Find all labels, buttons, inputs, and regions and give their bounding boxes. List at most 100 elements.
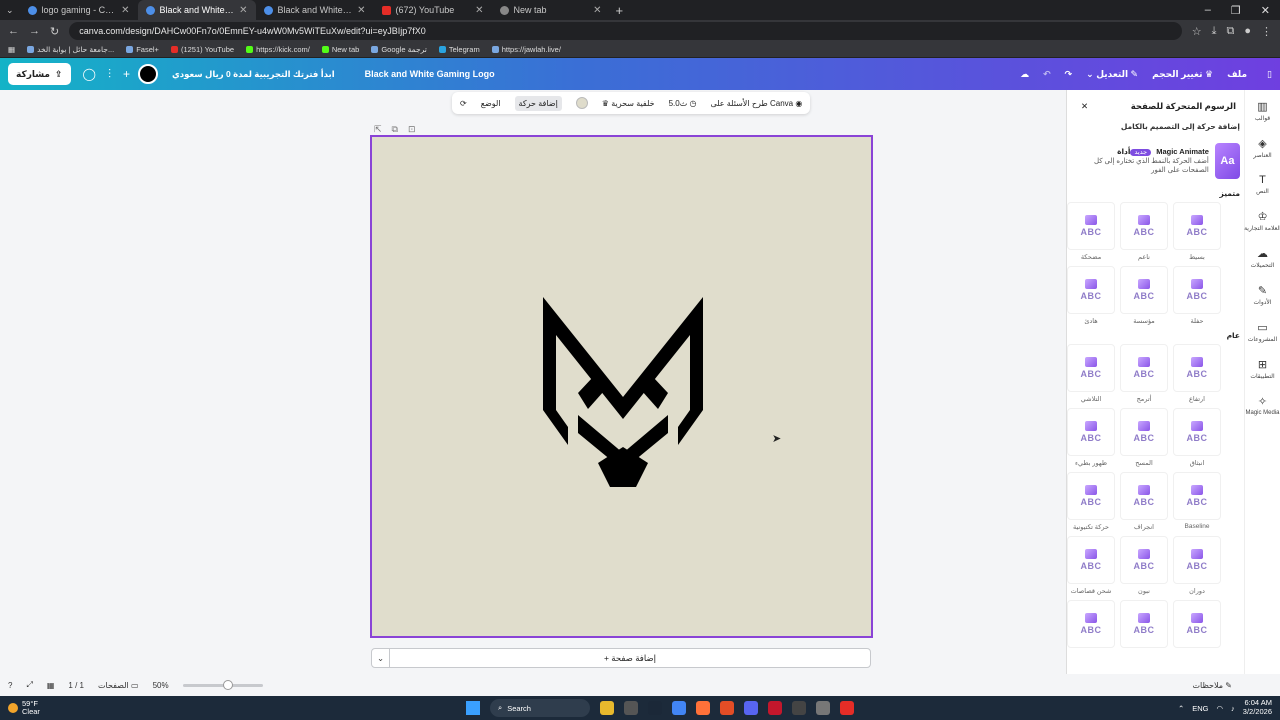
tray-chevron-icon[interactable]: ⌃: [1178, 704, 1184, 713]
apps-grid-icon[interactable]: ▦: [8, 45, 15, 54]
animation-option[interactable]: ABC: [1173, 600, 1221, 659]
close-tab-icon[interactable]: ✕: [121, 5, 129, 16]
bookmark-item[interactable]: New tab: [321, 45, 359, 54]
close-tab-icon[interactable]: ✕: [357, 5, 365, 16]
redo-icon[interactable]: ↷: [1065, 69, 1073, 80]
animation-preview[interactable]: ABC: [1067, 202, 1115, 250]
rail-item[interactable]: T النص: [1256, 174, 1269, 195]
animation-preview[interactable]: ABC: [1173, 536, 1221, 584]
help-icon[interactable]: ?: [8, 681, 12, 690]
bookmark-star-icon[interactable]: ☆: [1192, 25, 1202, 38]
firefox-icon[interactable]: [696, 701, 710, 715]
comments-icon[interactable]: ◯: [83, 67, 96, 81]
weather-widget[interactable]: 59°F Clear: [8, 699, 40, 717]
bookmark-item[interactable]: Google ترجمة: [371, 45, 427, 54]
animation-option[interactable]: ABC ناعم: [1120, 202, 1168, 261]
minimize-icon[interactable]: –: [1205, 4, 1211, 17]
share-page-icon[interactable]: ⇱: [374, 124, 382, 135]
fullscreen-icon[interactable]: ⤢: [26, 680, 32, 690]
ask-canva-button[interactable]: طرح الأسئلة على Canva ◉: [710, 99, 802, 108]
animation-option[interactable]: ABC شحن قصاصات: [1067, 536, 1115, 595]
rail-item[interactable]: ✎ الأدوات: [1254, 284, 1272, 306]
animation-option[interactable]: ABC هادئ: [1067, 266, 1115, 325]
bookmark-item[interactable]: https://kick.com/: [246, 45, 310, 54]
animation-preview[interactable]: ABC: [1173, 344, 1221, 392]
file-menu[interactable]: ملف: [1227, 69, 1247, 80]
animation-preview[interactable]: ABC: [1173, 600, 1221, 648]
tab-youtube[interactable]: (672) YouTube ✕: [374, 0, 492, 20]
insights-icon[interactable]: ⫶: [108, 67, 111, 82]
animation-option[interactable]: ABC: [1120, 600, 1168, 659]
animation-option[interactable]: ABC نبون: [1120, 536, 1168, 595]
duration-button[interactable]: 5.0ث ◷: [669, 99, 697, 108]
animation-preview[interactable]: ABC: [1067, 472, 1115, 520]
animation-option[interactable]: ABC دوران: [1173, 536, 1221, 595]
clock[interactable]: 6:04 AM 3/2/2026: [1243, 699, 1272, 716]
tab-canva-search[interactable]: logo gaming - Canva بحث عن✕: [20, 0, 138, 20]
undo-icon[interactable]: ↶: [1043, 69, 1051, 80]
chevron-down-icon[interactable]: ⌄: [372, 649, 390, 667]
rail-item[interactable]: ◈ العناصر: [1253, 137, 1271, 159]
position-button[interactable]: الوضع: [481, 99, 501, 108]
forward-icon[interactable]: →: [29, 25, 40, 37]
animation-preview[interactable]: ABC: [1173, 266, 1221, 314]
animation-option[interactable]: ABC مضحكة: [1067, 202, 1115, 261]
animation-preview[interactable]: ABC: [1120, 408, 1168, 456]
animation-option[interactable]: ABC حفلة: [1173, 266, 1221, 325]
animation-preview[interactable]: ABC: [1067, 266, 1115, 314]
chrome-icon[interactable]: [672, 701, 686, 715]
close-icon[interactable]: ✕: [1081, 101, 1088, 112]
reload-icon[interactable]: ↻: [50, 25, 59, 38]
rail-item[interactable]: ✧ Magic Media: [1245, 395, 1279, 416]
animation-option[interactable]: ABC التلاشي: [1067, 344, 1115, 403]
animation-preview[interactable]: ABC: [1173, 472, 1221, 520]
steam-icon[interactable]: [648, 701, 662, 715]
windows-start-icon[interactable]: [466, 701, 480, 715]
animation-preview[interactable]: ABC: [1067, 536, 1115, 584]
taskbar-search[interactable]: ⌕ Search: [490, 699, 590, 717]
menu-icon[interactable]: ⋮: [1261, 25, 1272, 38]
animation-option[interactable]: ABC مؤسسة: [1120, 266, 1168, 325]
rail-item[interactable]: ☁ التحميلات: [1251, 247, 1275, 269]
animation-option[interactable]: ABC انجراف: [1120, 472, 1168, 531]
animation-preview[interactable]: ABC: [1120, 202, 1168, 250]
extensions-icon[interactable]: ⧉: [1226, 25, 1234, 38]
wolf-logo-icon[interactable]: [538, 293, 708, 488]
animation-preview[interactable]: ABC: [1120, 266, 1168, 314]
tab-design-active[interactable]: Black and White Gaming Logo✕: [137, 0, 256, 20]
animation-preview[interactable]: ABC: [1120, 472, 1168, 520]
avatar[interactable]: [138, 64, 158, 84]
explorer-icon[interactable]: [600, 701, 614, 715]
animation-preview[interactable]: ABC: [1120, 344, 1168, 392]
zoom-slider[interactable]: [182, 679, 263, 690]
close-tab-icon[interactable]: ✕: [239, 5, 247, 16]
sidebar-toggle-icon[interactable]: ▯: [1267, 69, 1272, 80]
profile-icon[interactable]: ●: [1244, 25, 1251, 37]
app-icon[interactable]: [720, 701, 734, 715]
rail-item[interactable]: ▥ قوالب: [1255, 100, 1270, 122]
tab-search-icon[interactable]: ⌄: [0, 5, 20, 16]
page-count[interactable]: 1 / 1: [68, 681, 84, 690]
animation-option[interactable]: ABC بسيط: [1173, 202, 1221, 261]
volume-icon[interactable]: ♪: [1231, 704, 1235, 713]
rail-item[interactable]: ▭ المشروعات: [1248, 321, 1278, 343]
edit-menu[interactable]: ⌄ التعديل ✎: [1086, 69, 1138, 80]
animation-option[interactable]: ABC أترمج: [1120, 344, 1168, 403]
animation-option[interactable]: ABC ظهور بطيء: [1067, 408, 1115, 467]
bookmark-item[interactable]: Telegram: [438, 45, 480, 54]
wifi-icon[interactable]: ◠: [1217, 704, 1224, 713]
app-icon[interactable]: [840, 701, 854, 715]
trial-banner[interactable]: ابدأ فترتك التجريبية لمدة 0 ريال سعودي: [172, 69, 335, 80]
bookmark-item[interactable]: https://jawlah.live/: [491, 45, 561, 54]
animation-preview[interactable]: ABC: [1067, 600, 1115, 648]
magic-background-button[interactable]: ♛ خلفية سحرية: [602, 99, 655, 108]
animation-preview[interactable]: ABC: [1067, 408, 1115, 456]
animation-preview[interactable]: ABC: [1173, 408, 1221, 456]
rail-item[interactable]: ⊞ التطبيقات: [1250, 358, 1274, 380]
resize-menu[interactable]: تغيير الحجم ♛: [1152, 69, 1213, 80]
animation-option[interactable]: ABC حركة تكتيونية: [1067, 472, 1115, 531]
language-indicator[interactable]: ENG: [1192, 704, 1208, 713]
app-icon[interactable]: [624, 701, 638, 715]
share-button[interactable]: مشاركة ⇪: [8, 63, 71, 85]
close-tab-icon[interactable]: ✕: [475, 5, 483, 16]
